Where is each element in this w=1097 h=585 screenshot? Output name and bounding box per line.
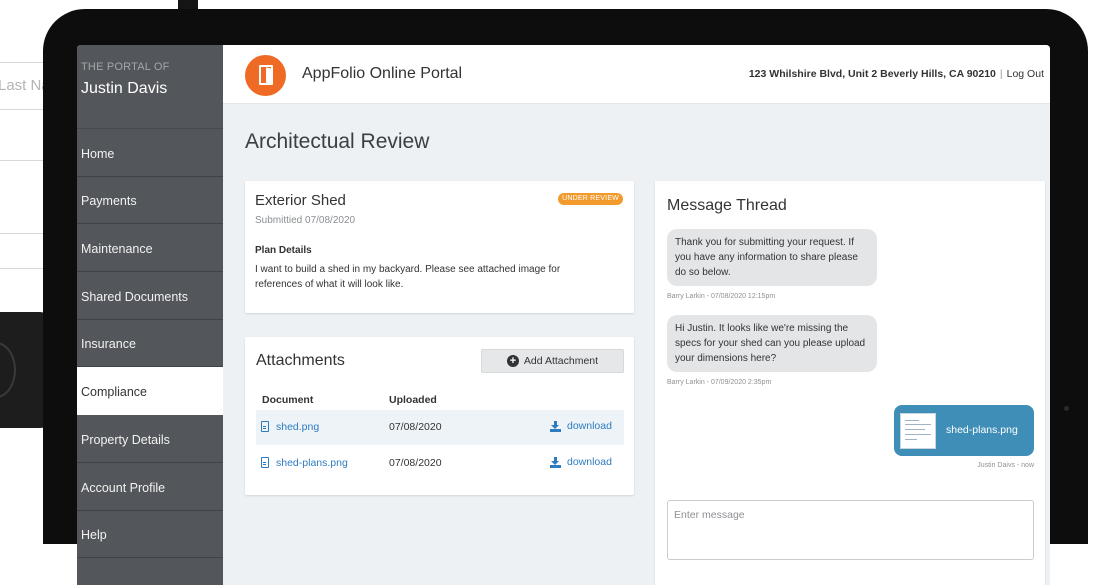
incoming-message: Hi Justin. It looks like we're missing t… <box>667 315 877 372</box>
outgoing-message-meta: Justin Daivs - now <box>977 462 1034 469</box>
sidebar-item-shared-documents[interactable]: Shared Documents <box>77 272 223 320</box>
attachments-card: Attachments + Add Attachment Document Up… <box>245 337 634 495</box>
sidebar-item-label: Maintenance <box>81 242 153 257</box>
logout-link[interactable]: Log Out <box>1007 68 1044 80</box>
file-link[interactable]: shed-plans.png <box>276 457 348 469</box>
property-address: 123 Whilshire Blvd, Unit 2 Beverly Hills… <box>748 68 996 80</box>
request-card: Exterior Shed Submittied 07/08/2020 UNDE… <box>245 181 634 313</box>
outgoing-attachment-message[interactable]: shed-plans.png <box>894 405 1034 456</box>
portal-screen: THE PORTAL OF Justin Davis Home Payments… <box>77 45 1050 585</box>
message-thread-title: Message Thread <box>667 197 787 214</box>
attachments-title: Attachments <box>256 352 345 369</box>
upload-date: 07/08/2020 <box>389 421 442 433</box>
incoming-message: Thank you for submitting your request. I… <box>667 229 877 286</box>
table-row: shed-plans.png 07/08/2020 download <box>256 446 624 481</box>
upload-date: 07/08/2020 <box>389 457 442 469</box>
download-icon <box>550 456 561 468</box>
appfolio-logo[interactable] <box>245 55 286 96</box>
message-thread-card: Message Thread Thank you for submitting … <box>655 181 1045 585</box>
top-bar: AppFolio Online Portal 123 Whilshire Blv… <box>223 45 1050 104</box>
message-input[interactable] <box>667 500 1034 560</box>
sidebar-item-label: Help <box>81 528 107 543</box>
plan-details-text: I want to build a shed in my backyard. P… <box>255 264 561 290</box>
header-separator: | <box>999 68 1003 80</box>
plus-circle-icon: + <box>506 355 519 367</box>
sidebar-item-label: Home <box>81 146 115 161</box>
sidebar-item-label: Shared Documents <box>81 289 189 304</box>
message-meta: Barry Larkin - 07/08/2020 12:15pm <box>667 293 776 300</box>
sidebar-item-insurance[interactable]: Insurance <box>77 320 223 368</box>
file-link[interactable]: shed.png <box>276 421 319 433</box>
sidebar-item-property-details[interactable]: Property Details <box>77 415 223 463</box>
request-submitted-date: Submittied 07/08/2020 <box>255 215 356 226</box>
status-badge: UNDER REVIEW <box>558 193 623 205</box>
download-label: download <box>567 456 612 468</box>
add-attachment-label: Add Attachment <box>523 355 599 367</box>
file-icon <box>261 457 269 468</box>
file-icon <box>261 421 269 432</box>
sidebar-item-label: Property Details <box>81 432 170 447</box>
request-title: Exterior Shed <box>255 192 346 209</box>
download-icon <box>550 420 561 432</box>
sidebar-item-account-profile[interactable]: Account Profile <box>77 463 223 511</box>
tablet-camera <box>1064 406 1069 411</box>
add-attachment-button[interactable]: + Add Attachment <box>481 349 624 373</box>
column-header-uploaded: Uploaded <box>389 394 437 406</box>
sidebar-item-home[interactable]: Home <box>77 129 223 177</box>
sidebar-user-name: Justin Davis <box>81 80 168 97</box>
sidebar-item-label: Payments <box>81 194 137 209</box>
download-link[interactable]: download <box>550 456 612 468</box>
header-account-area: 123 Whilshire Blvd, Unit 2 Beverly Hills… <box>749 68 1044 80</box>
sidebar-item-payments[interactable]: Payments <box>77 177 223 225</box>
message-meta: Barry Larkin - 07/09/2020 2:35pm <box>667 379 772 386</box>
plan-details-label: Plan Details <box>255 245 312 256</box>
sidebar-item-maintenance[interactable]: Maintenance <box>77 224 223 273</box>
page-title: Architectual Review <box>245 130 430 153</box>
sidebar-item-label: Account Profile <box>81 480 166 495</box>
download-label: download <box>567 420 612 432</box>
outgoing-file-name: shed-plans.png <box>946 424 1018 436</box>
sidebar-kicker: THE PORTAL OF <box>81 61 170 73</box>
sidebar-item-label: Compliance <box>81 385 148 400</box>
download-link[interactable]: download <box>550 420 612 432</box>
sidebar-item-compliance[interactable]: Compliance <box>77 367 223 416</box>
table-row: shed.png 07/08/2020 download <box>256 410 624 445</box>
sidebar-item-help[interactable]: Help <box>77 511 223 559</box>
attachment-thumbnail <box>900 413 936 449</box>
sidebar: THE PORTAL OF Justin Davis Home Payments… <box>77 45 223 585</box>
door-icon <box>259 65 273 85</box>
sidebar-header: THE PORTAL OF Justin Davis <box>77 45 223 129</box>
app-title: AppFolio Online Portal <box>302 65 463 82</box>
column-header-document: Document <box>262 394 314 406</box>
sidebar-item-label: Insurance <box>81 337 136 352</box>
